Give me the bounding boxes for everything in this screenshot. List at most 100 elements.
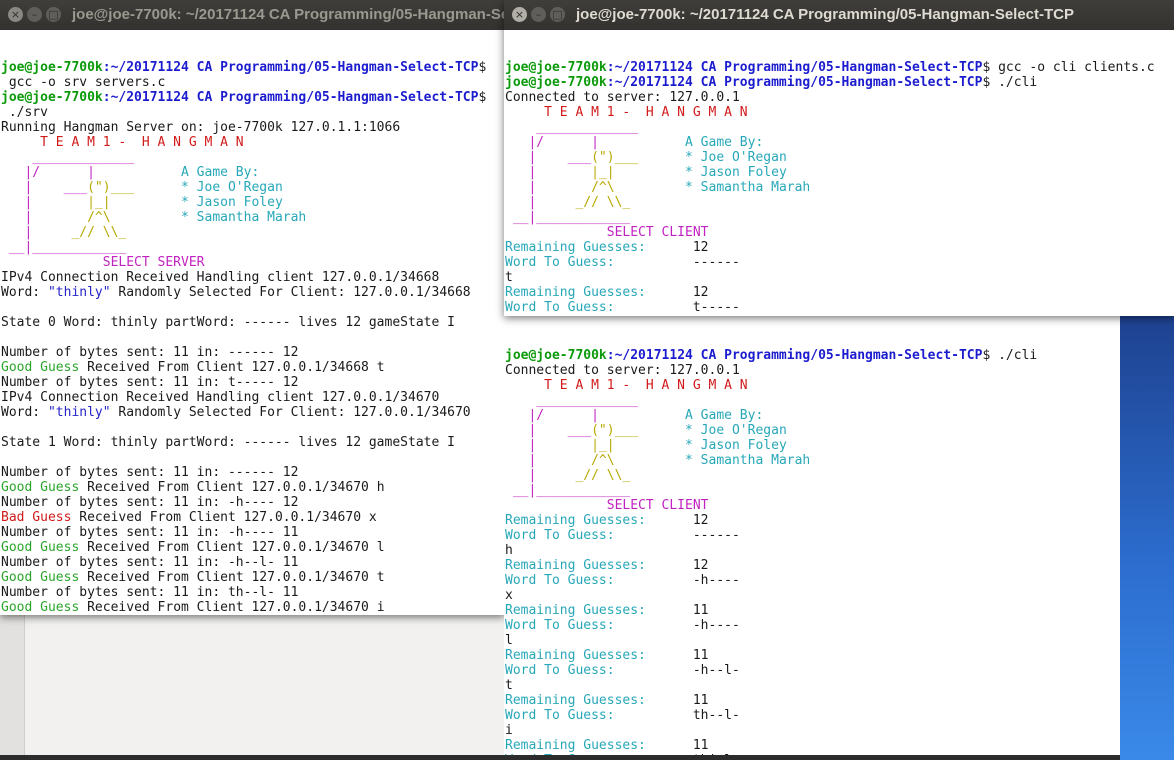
terminal-text: h [505,543,513,558]
terminal-line: Word To Guess: ------ [505,528,1120,543]
terminal-line: Number of bytes sent: 11 in: -h---- 11 [1,525,505,540]
terminal-text: Remaining Guesses: [505,738,646,753]
terminal-line: Number of bytes sent: 11 in: -h--l- 11 [1,555,505,570]
terminal-line: | |_| * Jason Foley [505,165,1174,180]
terminal-text: 11 [645,693,709,708]
terminal-line: l [505,633,1120,648]
terminal-text: | [505,195,576,210]
terminal-text: $ [478,90,487,105]
terminal-text: * Samantha Marah [110,210,307,225]
terminal-line: Remaining Guesses: 11 [505,603,1120,618]
terminal-text: Number of bytes sent: 11 in: -h---- 12 [1,495,299,510]
terminal-text: 12 [645,285,709,300]
client2-terminal-output[interactable]: joe@joe-7700k:~/20171124 CA Programming/… [504,318,1120,755]
terminal-text: Remaining Guesses: [505,648,646,663]
terminal-line: IPv4 Connection Received Handling client… [1,390,505,405]
terminal-text: * Joe O'Regan [638,150,787,165]
terminal-text: $ ./cli [982,75,1038,90]
close-button[interactable]: × [8,7,23,22]
terminal-line: | ___(")___ * Joe O'Regan [505,150,1174,165]
terminal-text: -h---- [614,618,740,633]
terminal-line: Remaining Guesses: 12 [505,240,1174,255]
terminal-text: * Jason Foley [110,195,283,210]
terminal-line: | ___(")___ * Joe O'Regan [1,180,505,195]
terminal-text: |_| [591,165,615,180]
terminal-text: | [505,438,592,453]
terminal-line: joe@joe-7700k:~/20171124 CA Programming/… [505,348,1120,363]
terminal-text: Remaining Guesses: [505,603,646,618]
terminal-line: Number of bytes sent: 11 in: ------ 12 [1,345,505,360]
terminal-text: Randomly Selected For Client: 127.0.0.1/… [110,285,471,300]
terminal-line: i [505,723,1120,738]
terminal-text: /^\ [87,210,111,225]
terminal-text: joe@joe-7700k [505,60,607,75]
terminal-text: -h--l- [614,663,740,678]
terminal-text: |/ | [505,135,599,150]
desktop-wallpaper-streak [1120,300,1174,760]
terminal-text: (") [87,180,111,195]
window-title: joe@joe-7700k: ~/20171124 CA Programming… [576,6,1075,23]
terminal-text: Good Guess [1,480,80,495]
terminal-line: t [505,678,1120,693]
minimize-button[interactable]: – [27,7,42,22]
terminal-text: _____________ [505,120,639,135]
terminal-text: SELECT SERVER [1,255,205,270]
terminal-line: Remaining Guesses: 11 [505,693,1120,708]
terminal-text: 12 [645,240,709,255]
client2-terminal-window[interactable]: joe@joe-7700k:~/20171124 CA Programming/… [504,316,1120,755]
terminal-line: | _// \\_ [1,225,505,240]
terminal-text: Number of bytes sent: 11 in: -h--l- 11 [1,555,299,570]
terminal-text: | [505,453,592,468]
terminal-text: Received From Client 127.0.0.1/34670 x [71,510,377,525]
terminal-text: Remaining Guesses: [505,693,646,708]
terminal-line: _____________ [505,120,1174,135]
terminal-text: :~/20171124 CA Programming/05-Hangman-Se… [606,348,983,363]
terminal-line: SELECT CLIENT [505,225,1174,240]
client1-terminal-output[interactable]: joe@joe-7700k:~/20171124 CA Programming/… [504,30,1174,316]
terminal-text: 12 [645,558,709,573]
maximize-button[interactable]: □ [550,7,565,22]
server-terminal-output[interactable]: joe@joe-7700k:~/20171124 CA Programming/… [0,30,505,615]
terminal-text: Word To Guess: [505,255,615,270]
terminal-text: "thinly" [47,285,111,300]
terminal-text: IPv4 Connection Received Handling client… [1,390,440,405]
client1-terminal-titlebar[interactable]: × – □ joe@joe-7700k: ~/20171124 CA Progr… [504,0,1174,30]
client1-terminal-window[interactable]: × – □ joe@joe-7700k: ~/20171124 CA Progr… [504,0,1174,316]
terminal-text: :~/20171124 CA Programming/05-Hangman-Se… [102,60,479,75]
terminal-text: * Jason Foley [614,438,787,453]
terminal-text: State 0 Word: thinly partWord: ------ li… [1,315,455,330]
terminal-line: ./srv [1,105,505,120]
server-terminal-window[interactable]: × – □ joe@joe-7700k: ~/20171124 CA Progr… [0,0,505,615]
terminal-text: Received From Client 127.0.0.1/34670 t [79,570,385,585]
close-button[interactable]: × [512,7,527,22]
terminal-line: Word To Guess: ------ [505,255,1174,270]
terminal-line: gcc -o srv servers.c [1,75,505,90]
maximize-button[interactable]: □ [46,7,61,22]
terminal-line: Word To Guess: -h---- [505,618,1120,633]
terminal-text: i [505,723,513,738]
server-terminal-titlebar[interactable]: × – □ joe@joe-7700k: ~/20171124 CA Progr… [0,0,505,30]
terminal-line: | _// \\_ [505,195,1174,210]
terminal-text: th--l- [614,708,740,723]
terminal-text: Randomly Selected For Client: 127.0.0.1/… [110,405,471,420]
terminal-text: Connected to server: 127.0.0.1 [505,90,740,105]
terminal-line: Number of bytes sent: 11 in: t----- 12 [1,375,505,390]
terminal-line: joe@joe-7700k:~/20171124 CA Programming/… [505,60,1174,75]
terminal-line: State 0 Word: thinly partWord: ------ li… [1,315,505,330]
terminal-text: |/ | [1,165,95,180]
terminal-text: gcc -o srv servers.c [1,75,166,90]
terminal-line: Word: "thinly" Randomly Selected For Cli… [1,405,505,420]
terminal-text: t [505,270,513,285]
terminal-line: | |_| * Jason Foley [505,438,1120,453]
minimize-button[interactable]: – [531,7,546,22]
background-window[interactable] [0,600,505,755]
terminal-text: l [505,633,513,648]
terminal-text: Word To Guess: [505,300,615,315]
terminal-text: 11 [645,603,709,618]
terminal-text: SELECT CLIENT [505,498,709,513]
terminal-text: $ ./cli [982,348,1038,363]
terminal-text: 11 [645,648,709,663]
terminal-text: Word To Guess: [505,573,615,588]
terminal-text: Number of bytes sent: 11 in: th--l- 11 [1,585,299,600]
